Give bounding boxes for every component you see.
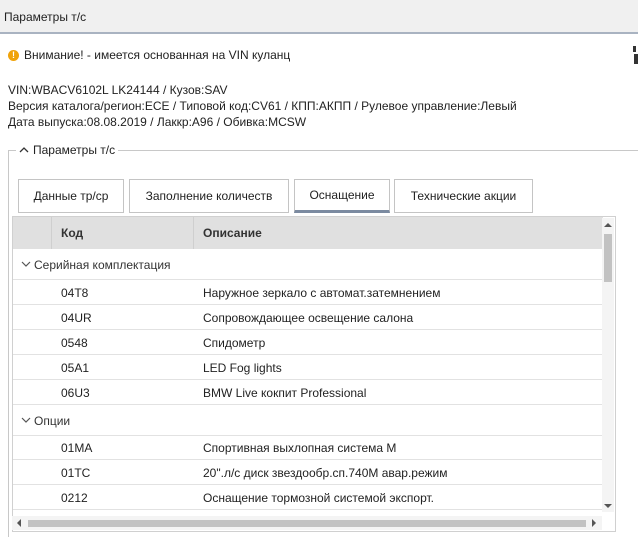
cell-description: 20".л/с диск звездообр.сп.740M авар.режи… <box>203 466 448 480</box>
group-label: Серийная комплектация <box>34 258 171 272</box>
vin-warning: ! Внимание! - имеется основанная на VIN … <box>8 48 290 62</box>
cell-code: 06U3 <box>61 386 90 400</box>
group-label: Опции <box>34 414 71 428</box>
table-header: Код Описание <box>13 217 603 249</box>
cell-description: BMW Live кокпит Professional <box>203 386 367 400</box>
cell-code: 0548 <box>61 336 88 350</box>
warning-icon: ! <box>8 49 19 61</box>
chevron-down-icon[interactable] <box>21 260 31 268</box>
vertical-scrollbar[interactable] <box>602 218 614 512</box>
vehicle-info-line-1: VIN:WBACV6102L LK24144 / Кузов:SAV <box>8 83 228 97</box>
scroll-up-arrow-icon[interactable] <box>604 221 612 229</box>
scroll-right-arrow-icon[interactable] <box>590 519 598 527</box>
section-header[interactable]: Параметры т/с <box>16 143 119 157</box>
cell-description: Наружное зеркало с автомат.затемнением <box>203 286 441 300</box>
vehicle-info-line-3: Дата выпуска:08.08.2019 / Лаккр:A96 / Об… <box>8 115 307 129</box>
cell-code: 05A1 <box>61 361 90 375</box>
cell-description: Спортивная выхлопная система M <box>203 441 397 455</box>
cell-code: 01MA <box>61 441 93 455</box>
horizontal-scrollbar[interactable] <box>12 516 602 530</box>
window-title: Параметры т/с <box>4 10 87 24</box>
group-row-options[interactable]: Опции <box>13 405 603 436</box>
cell-code: 04UR <box>61 311 92 325</box>
table-row[interactable]: 0548 Спидометр <box>13 330 603 355</box>
panel-edge-icon <box>633 46 638 64</box>
table-row[interactable]: 05A1 LED Fog lights <box>13 355 603 380</box>
column-header-code[interactable]: Код <box>61 217 83 249</box>
cell-description: LED Fog lights <box>203 361 282 375</box>
cell-code: 01TC <box>61 466 91 480</box>
tab-equipment[interactable]: Оснащение <box>294 179 390 213</box>
cell-description: Спидометр <box>203 336 266 350</box>
table-row[interactable]: 01TC 20".л/с диск звездообр.сп.740M авар… <box>13 460 603 485</box>
cell-code: 04T8 <box>61 286 89 300</box>
tab-technical-campaigns[interactable]: Технические акции <box>394 179 533 213</box>
scroll-left-arrow-icon[interactable] <box>15 519 23 527</box>
cell-code: 0212 <box>61 491 88 505</box>
table-row[interactable]: 0212 Оснащение тормозной системой экспор… <box>13 485 603 510</box>
table-row[interactable]: 04T8 Наружное зеркало с автомат.затемнен… <box>13 280 603 305</box>
chevron-up-icon[interactable] <box>19 145 29 155</box>
equipment-table: Код Описание Серийная комплектация 04T8 … <box>12 216 616 532</box>
section-title: Параметры т/с <box>33 143 116 157</box>
horizontal-scroll-thumb[interactable] <box>28 520 586 527</box>
header-divider <box>193 217 194 249</box>
column-header-description[interactable]: Описание <box>203 217 262 249</box>
tab-vehicle-data[interactable]: Данные тр/ср <box>18 179 124 213</box>
tab-fill-quantities[interactable]: Заполнение количеств <box>129 179 289 213</box>
window-titlebar: Параметры т/с <box>0 0 638 34</box>
cell-description: Оснащение тормозной системой экспорт. <box>203 491 435 505</box>
warning-text: Внимание! - имеется основанная на VIN ку… <box>24 48 291 62</box>
table-row[interactable]: 06U3 BMW Live кокпит Professional <box>13 380 603 405</box>
table-row[interactable]: 01MA Спортивная выхлопная система M <box>13 435 603 460</box>
vehicle-info-line-2: Версия каталога/регион:ECE / Типовой код… <box>8 99 517 113</box>
scroll-down-arrow-icon[interactable] <box>604 502 612 510</box>
header-divider <box>51 217 52 249</box>
group-row-serial[interactable]: Серийная комплектация <box>13 249 603 280</box>
chevron-down-icon[interactable] <box>21 416 31 424</box>
cell-description: Сопровождающее освещение салона <box>203 311 414 325</box>
table-row[interactable]: 04UR Сопровождающее освещение салона <box>13 305 603 330</box>
vertical-scroll-thumb[interactable] <box>604 234 612 282</box>
